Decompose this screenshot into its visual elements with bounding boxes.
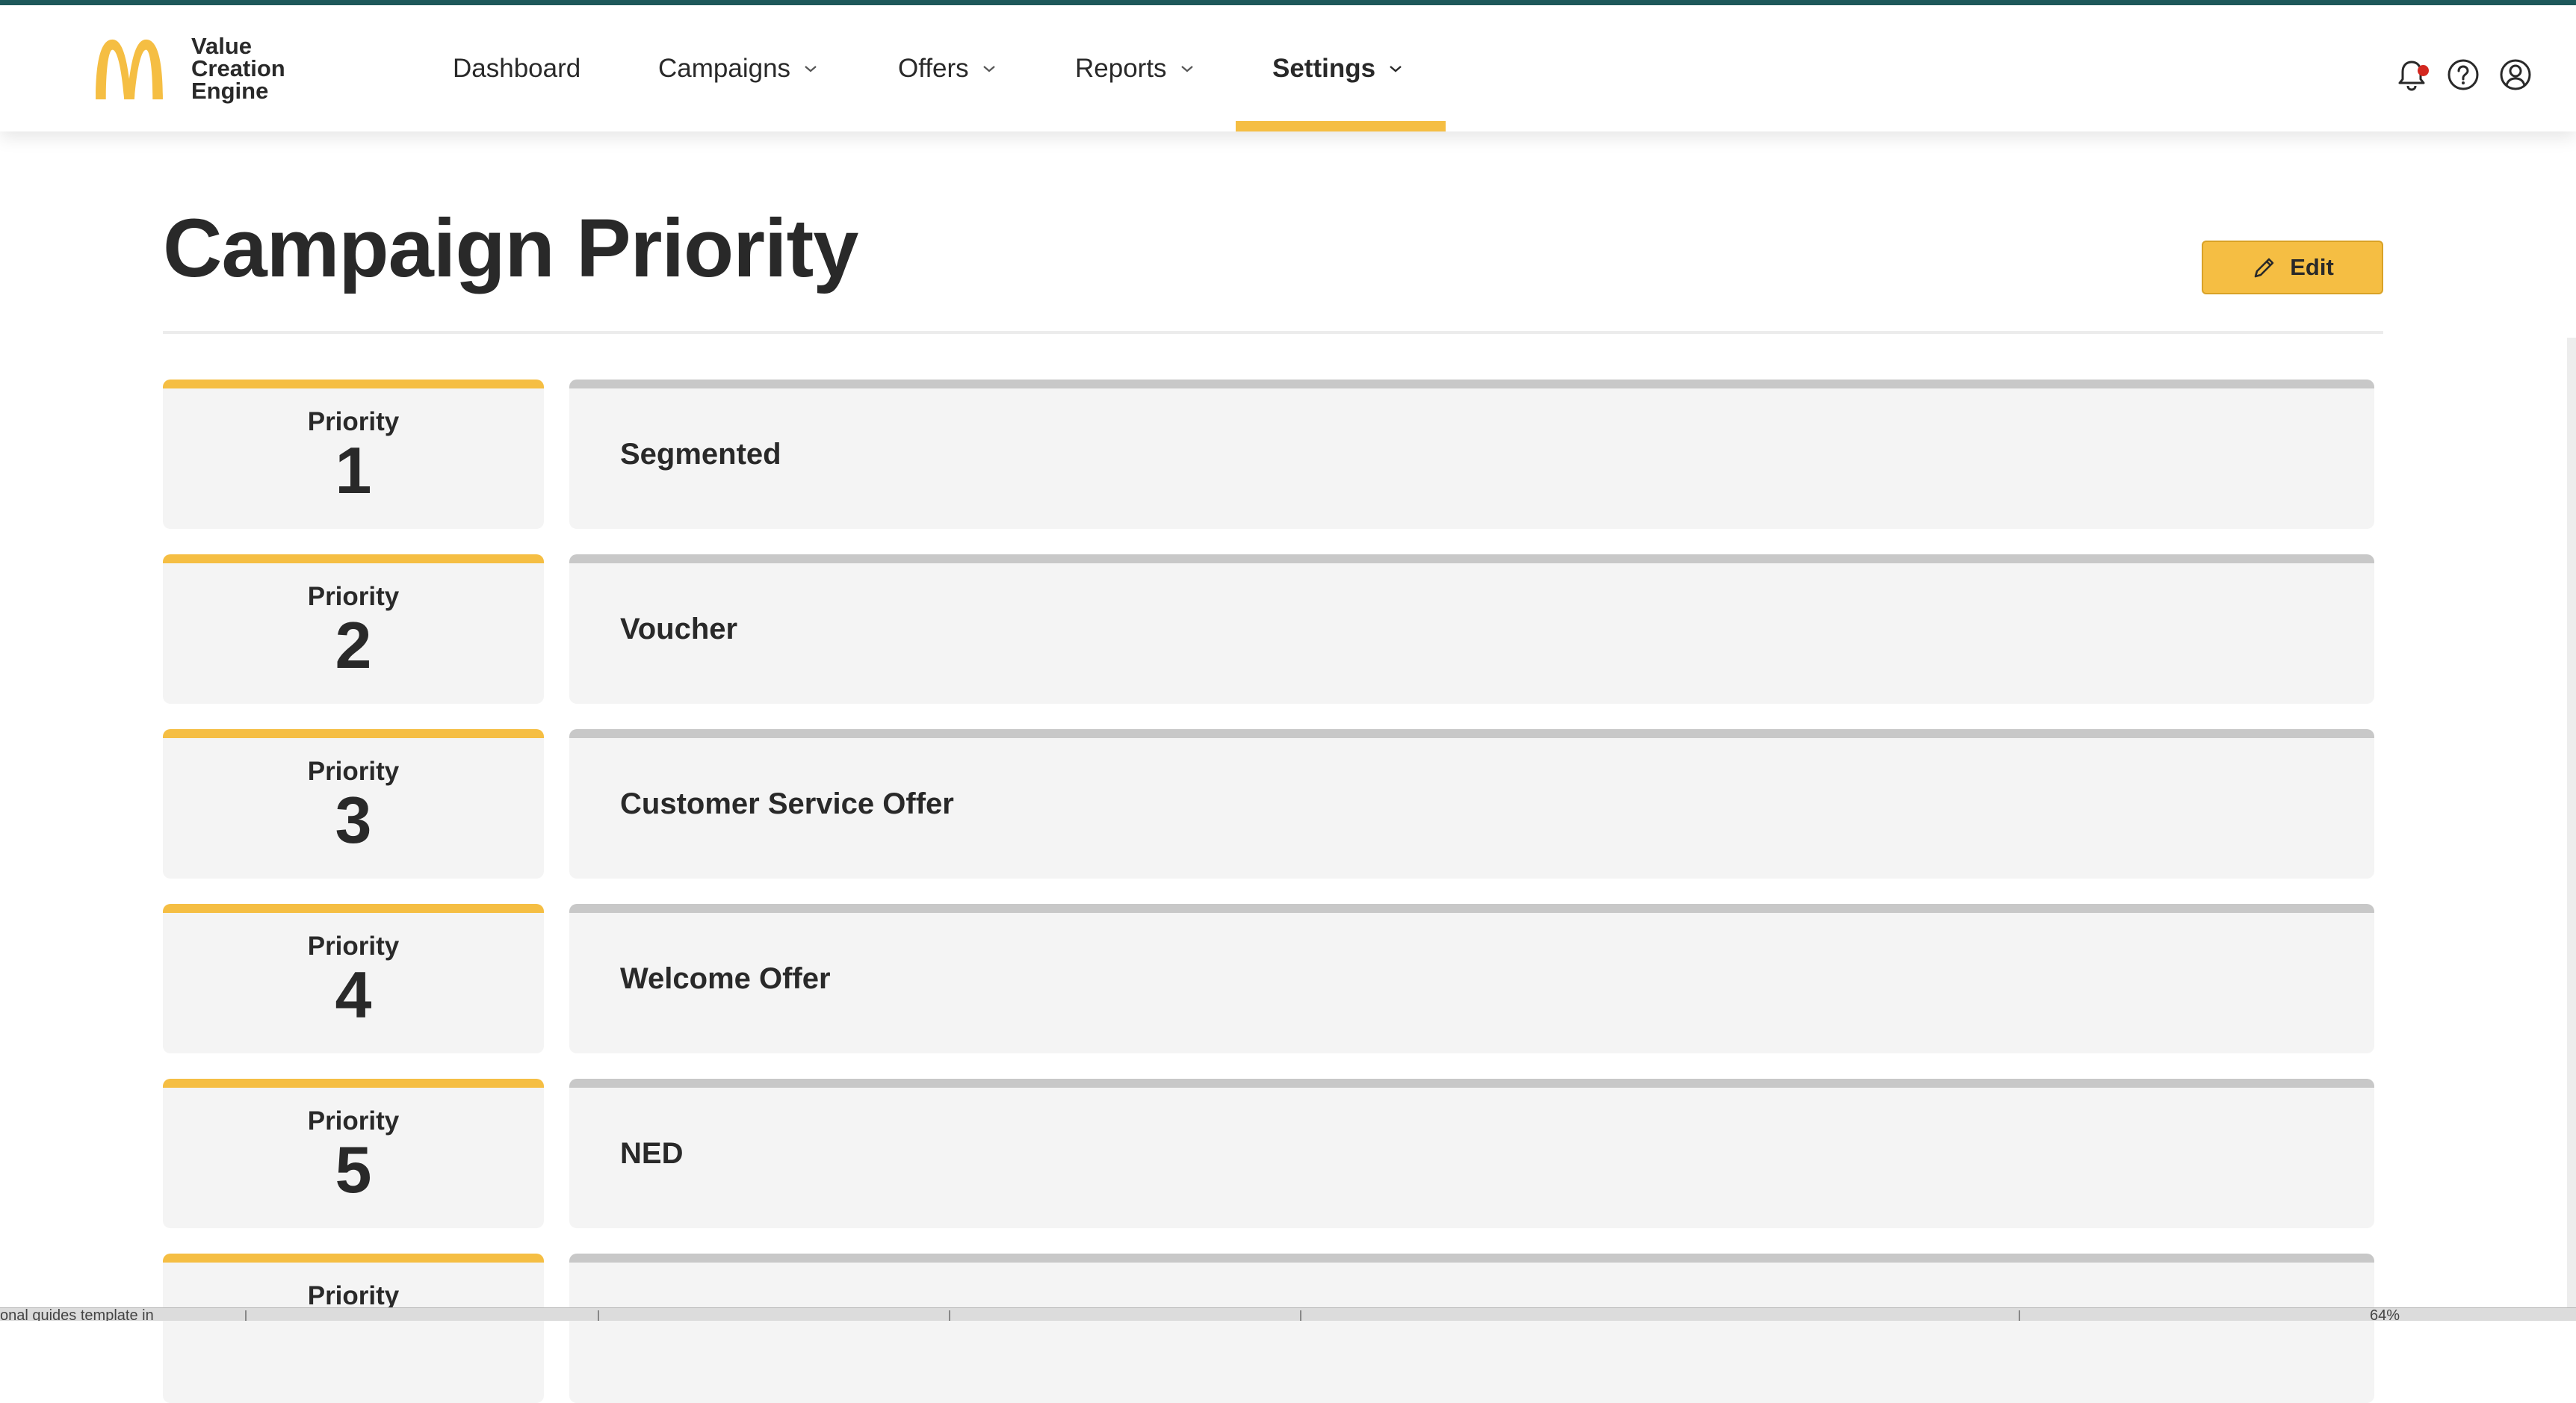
host-status-bar: onal guides template in 64% <box>0 1307 2576 1321</box>
pencil-icon <box>2254 258 2274 278</box>
priority-number: 4 <box>335 958 372 1032</box>
nav-offers[interactable]: Offers <box>898 5 996 131</box>
status-divider <box>245 1310 247 1321</box>
priority-label: Priority <box>307 1106 400 1136</box>
nav-reports-label: Reports <box>1075 53 1167 83</box>
status-divider <box>1300 1310 1301 1321</box>
status-divider <box>598 1310 599 1321</box>
priority-number: 1 <box>335 433 372 507</box>
top-accent-line <box>0 0 2576 5</box>
golden-arches-logo-icon[interactable] <box>93 37 166 101</box>
campaign-type-name: Segmented <box>569 380 2374 529</box>
campaign-type-name: Voucher <box>569 554 2374 704</box>
title-divider <box>163 331 2383 334</box>
priority-row[interactable]: Priority <box>163 1254 2374 1403</box>
priority-label: Priority <box>307 407 400 436</box>
priority-row[interactable]: Priority 4 Welcome Offer <box>163 904 2374 1053</box>
status-divider <box>949 1310 950 1321</box>
active-tab-indicator <box>1236 121 1446 131</box>
priority-badge: Priority 2 <box>163 554 544 704</box>
nav-reports[interactable]: Reports <box>1075 5 1194 131</box>
priority-badge: Priority <box>163 1254 544 1403</box>
priority-row[interactable]: Priority 5 NED <box>163 1079 2374 1228</box>
priority-label: Priority <box>307 582 400 611</box>
chevron-down-icon <box>982 65 995 72</box>
campaign-type-name: NED <box>569 1079 2374 1228</box>
notification-badge <box>2418 65 2429 76</box>
priority-label: Priority <box>307 932 400 961</box>
campaign-type-name <box>569 1254 2374 1403</box>
page-scrollbar[interactable] <box>2567 338 2576 1309</box>
app-name-line-2: Creation <box>191 55 285 81</box>
priority-label: Priority <box>307 1281 400 1310</box>
campaign-type-name: Welcome Offer <box>569 904 2374 1053</box>
nav-settings[interactable]: Settings <box>1272 5 1402 131</box>
priority-label: Priority <box>307 757 400 786</box>
priority-number: 2 <box>335 608 372 682</box>
help-icon[interactable] <box>2446 58 2480 92</box>
chevron-down-icon <box>805 65 817 72</box>
top-navigation-bar: Value Creation Engine Dashboard Campaign… <box>0 5 2576 131</box>
app-name-line-1: Value <box>191 33 252 59</box>
priority-badge: Priority 1 <box>163 380 544 529</box>
edit-button-label: Edit <box>2290 254 2334 280</box>
page-title: Campaign Priority <box>163 202 858 294</box>
status-divider <box>2019 1310 2020 1321</box>
priority-row[interactable]: Priority 1 Segmented <box>163 380 2374 529</box>
chevron-down-icon <box>1180 65 1193 72</box>
nav-dashboard[interactable]: Dashboard <box>453 5 580 131</box>
app-name-line-3: Engine <box>191 78 269 104</box>
zoom-level[interactable]: 64% <box>2370 1308 2400 1321</box>
priority-row[interactable]: Priority 3 Customer Service Offer <box>163 729 2374 879</box>
campaign-type-name: Customer Service Offer <box>569 729 2374 879</box>
nav-campaigns[interactable]: Campaigns <box>658 5 817 131</box>
user-icon[interactable] <box>2498 58 2533 92</box>
priority-number: 3 <box>335 783 372 857</box>
edit-button[interactable]: Edit <box>2202 241 2383 294</box>
nav-offers-label: Offers <box>898 53 969 83</box>
priority-badge: Priority 5 <box>163 1079 544 1228</box>
status-bar-text: onal guides template in <box>0 1307 154 1321</box>
priority-badge: Priority 3 <box>163 729 544 879</box>
priority-badge: Priority 4 <box>163 904 544 1053</box>
nav-settings-label: Settings <box>1272 53 1376 83</box>
chevron-down-icon <box>1390 65 1402 72</box>
app-name[interactable]: Value Creation Engine <box>191 33 285 104</box>
priority-row[interactable]: Priority 2 Voucher <box>163 554 2374 704</box>
nav-dashboard-label: Dashboard <box>453 53 581 83</box>
priority-number: 5 <box>335 1133 372 1207</box>
nav-campaigns-label: Campaigns <box>658 53 791 83</box>
